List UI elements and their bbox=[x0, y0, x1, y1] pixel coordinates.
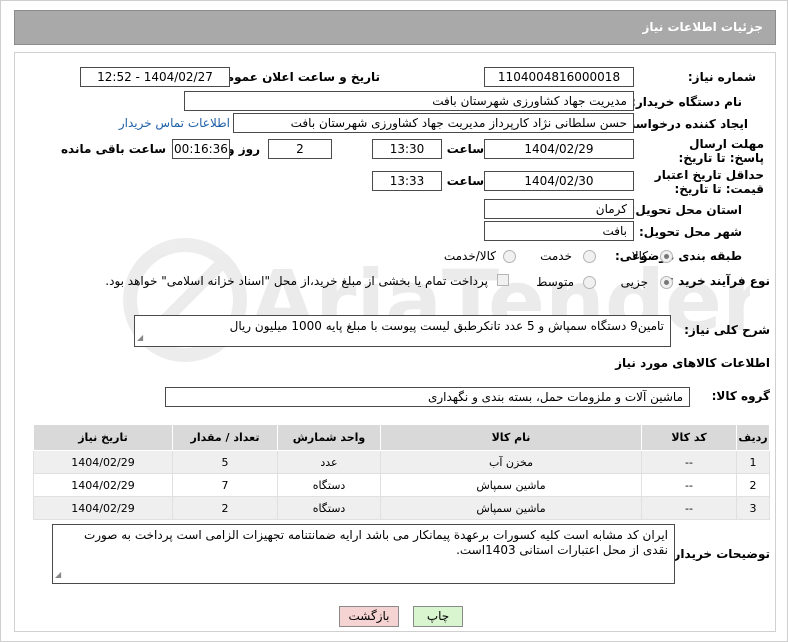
description-label: شرح کلی نیاز: bbox=[684, 323, 770, 337]
process-medium-label: متوسط bbox=[536, 275, 574, 289]
remaining-label: ساعت باقی مانده bbox=[60, 142, 166, 156]
cell-date: 1404/02/29 bbox=[33, 473, 173, 497]
title-bar: جزئیات اطلاعات نیاز bbox=[14, 10, 776, 45]
col-unit: واحد شمارش bbox=[277, 424, 381, 451]
cell-code: -- bbox=[641, 473, 737, 497]
category-both-radio[interactable] bbox=[503, 250, 516, 263]
cell-unit: عدد bbox=[277, 450, 381, 474]
description-text: تامین9 دستگاه سمپاش و 5 عدد تانکرطبق لیس… bbox=[229, 319, 664, 333]
cell-code: -- bbox=[641, 450, 737, 474]
goods-group-field[interactable]: ماشین آلات و ملزومات حمل، بسته بندی و نگ… bbox=[165, 387, 690, 407]
cell-name: ماشین سمپاش bbox=[380, 473, 642, 497]
cell-qty: 7 bbox=[172, 473, 278, 497]
table-row: 2 -- ماشین سمپاش دستگاه 7 1404/02/29 bbox=[33, 473, 770, 497]
cell-row: 2 bbox=[736, 473, 770, 497]
category-both-label: کالا/خدمت bbox=[443, 249, 496, 263]
days-field[interactable]: 2 bbox=[268, 139, 332, 159]
province-field[interactable]: کرمان bbox=[484, 199, 634, 219]
need-number-label: شماره نیاز: bbox=[687, 70, 756, 84]
category-service-label: خدمت bbox=[540, 249, 572, 263]
cell-row: 3 bbox=[736, 496, 770, 520]
category-goods-label: کالا bbox=[631, 249, 648, 263]
description-textarea[interactable]: تامین9 دستگاه سمپاش و 5 عدد تانکرطبق لیس… bbox=[134, 315, 671, 347]
cell-unit: دستگاه bbox=[277, 473, 381, 497]
goods-group-label: گروه کالا: bbox=[711, 389, 770, 403]
cell-date: 1404/02/29 bbox=[33, 496, 173, 520]
cell-unit: دستگاه bbox=[277, 496, 381, 520]
back-button[interactable]: بازگشت bbox=[339, 606, 399, 627]
page-title: جزئیات اطلاعات نیاز bbox=[642, 20, 763, 34]
cell-name: ماشین سمپاش bbox=[380, 496, 642, 520]
creator-label: ایجاد کننده درخواست: bbox=[618, 117, 748, 131]
deadline-date-field[interactable]: 1404/02/29 bbox=[484, 139, 634, 159]
buyer-contact-link[interactable]: اطلاعات تماس خریدار bbox=[119, 116, 230, 130]
cell-qty: 2 bbox=[172, 496, 278, 520]
print-button[interactable]: چاپ bbox=[413, 606, 463, 627]
treasury-payment-checkbox[interactable] bbox=[497, 274, 509, 286]
cell-date: 1404/02/29 bbox=[33, 450, 173, 474]
goods-table-header: ردیف کد کالا نام کالا واحد شمارش تعداد /… bbox=[33, 424, 770, 451]
col-row: ردیف bbox=[736, 424, 770, 451]
deadline-time-label: ساعت bbox=[446, 142, 484, 156]
buyer-org-field[interactable]: مدیریت جهاد کشاورزی شهرستان بافت bbox=[184, 91, 634, 111]
col-qty: تعداد / مقدار bbox=[172, 424, 278, 451]
announce-field[interactable]: 1404/02/27 - 12:52 bbox=[80, 67, 230, 87]
validity-time-label: ساعت bbox=[446, 174, 484, 188]
category-goods-radio[interactable] bbox=[660, 250, 673, 263]
goods-table: ردیف کد کالا نام کالا واحد شمارش تعداد /… bbox=[33, 424, 770, 520]
buyer-notes-textarea[interactable]: ایران کد مشابه است کلیه کسورات برعهدة پی… bbox=[52, 524, 675, 584]
cell-qty: 5 bbox=[172, 450, 278, 474]
validity-date-field[interactable]: 1404/02/30 bbox=[484, 171, 634, 191]
province-label: استان محل تحویل: bbox=[630, 203, 742, 217]
resize-grip-icon[interactable]: ◢ bbox=[137, 330, 143, 345]
category-service-radio[interactable] bbox=[583, 250, 596, 263]
treasury-payment-note: پرداخت تمام یا بخشی از مبلغ خرید،از محل … bbox=[105, 274, 488, 288]
resize-grip-icon[interactable]: ◢ bbox=[55, 567, 61, 582]
cell-name: مخزن آب bbox=[380, 450, 642, 474]
cell-row: 1 bbox=[736, 450, 770, 474]
col-code: کد کالا bbox=[641, 424, 737, 451]
need-number-field[interactable]: 1104004816000018 bbox=[484, 67, 634, 87]
process-minor-radio[interactable] bbox=[660, 276, 673, 289]
deadline-label: مهلت ارسال پاسخ: تا تاریخ: bbox=[678, 137, 765, 165]
table-row: 1 -- مخزن آب عدد 5 1404/02/29 bbox=[33, 450, 770, 474]
city-field[interactable]: بافت bbox=[484, 221, 634, 241]
cell-code: -- bbox=[641, 496, 737, 520]
table-row: 3 -- ماشین سمپاش دستگاه 2 1404/02/29 bbox=[33, 496, 770, 520]
process-medium-radio[interactable] bbox=[583, 276, 596, 289]
validity-label: حداقل تاریخ اعتبار قیمت: تا تاریخ: bbox=[654, 168, 764, 196]
creator-field[interactable]: حسن سلطانی نژاد کارپرداز مدیریت جهاد کشا… bbox=[233, 113, 634, 133]
days-label: روز و bbox=[227, 142, 260, 156]
city-label: شهر محل تحویل: bbox=[638, 225, 742, 239]
validity-time-field[interactable]: 13:33 bbox=[372, 171, 442, 191]
buyer-notes-text: ایران کد مشابه است کلیه کسورات برعهدة پی… bbox=[83, 528, 668, 557]
process-minor-label: جزیی bbox=[620, 275, 648, 289]
deadline-time-field[interactable]: 13:30 bbox=[372, 139, 442, 159]
col-name: نام کالا bbox=[380, 424, 642, 451]
buyer-org-label: نام دستگاه خریدار: bbox=[631, 95, 742, 109]
announce-label: تاریخ و ساعت اعلان عمومی: bbox=[209, 70, 380, 84]
process-label: نوع فرآیند خرید : bbox=[669, 274, 770, 288]
col-date: تاریخ نیاز bbox=[33, 424, 173, 451]
buyer-notes-label: توضیحات خریدار: bbox=[668, 547, 770, 561]
remaining-time-field[interactable]: 00:16:36 bbox=[172, 139, 230, 159]
goods-section-title: اطلاعات کالاهای مورد نیاز bbox=[615, 356, 770, 370]
